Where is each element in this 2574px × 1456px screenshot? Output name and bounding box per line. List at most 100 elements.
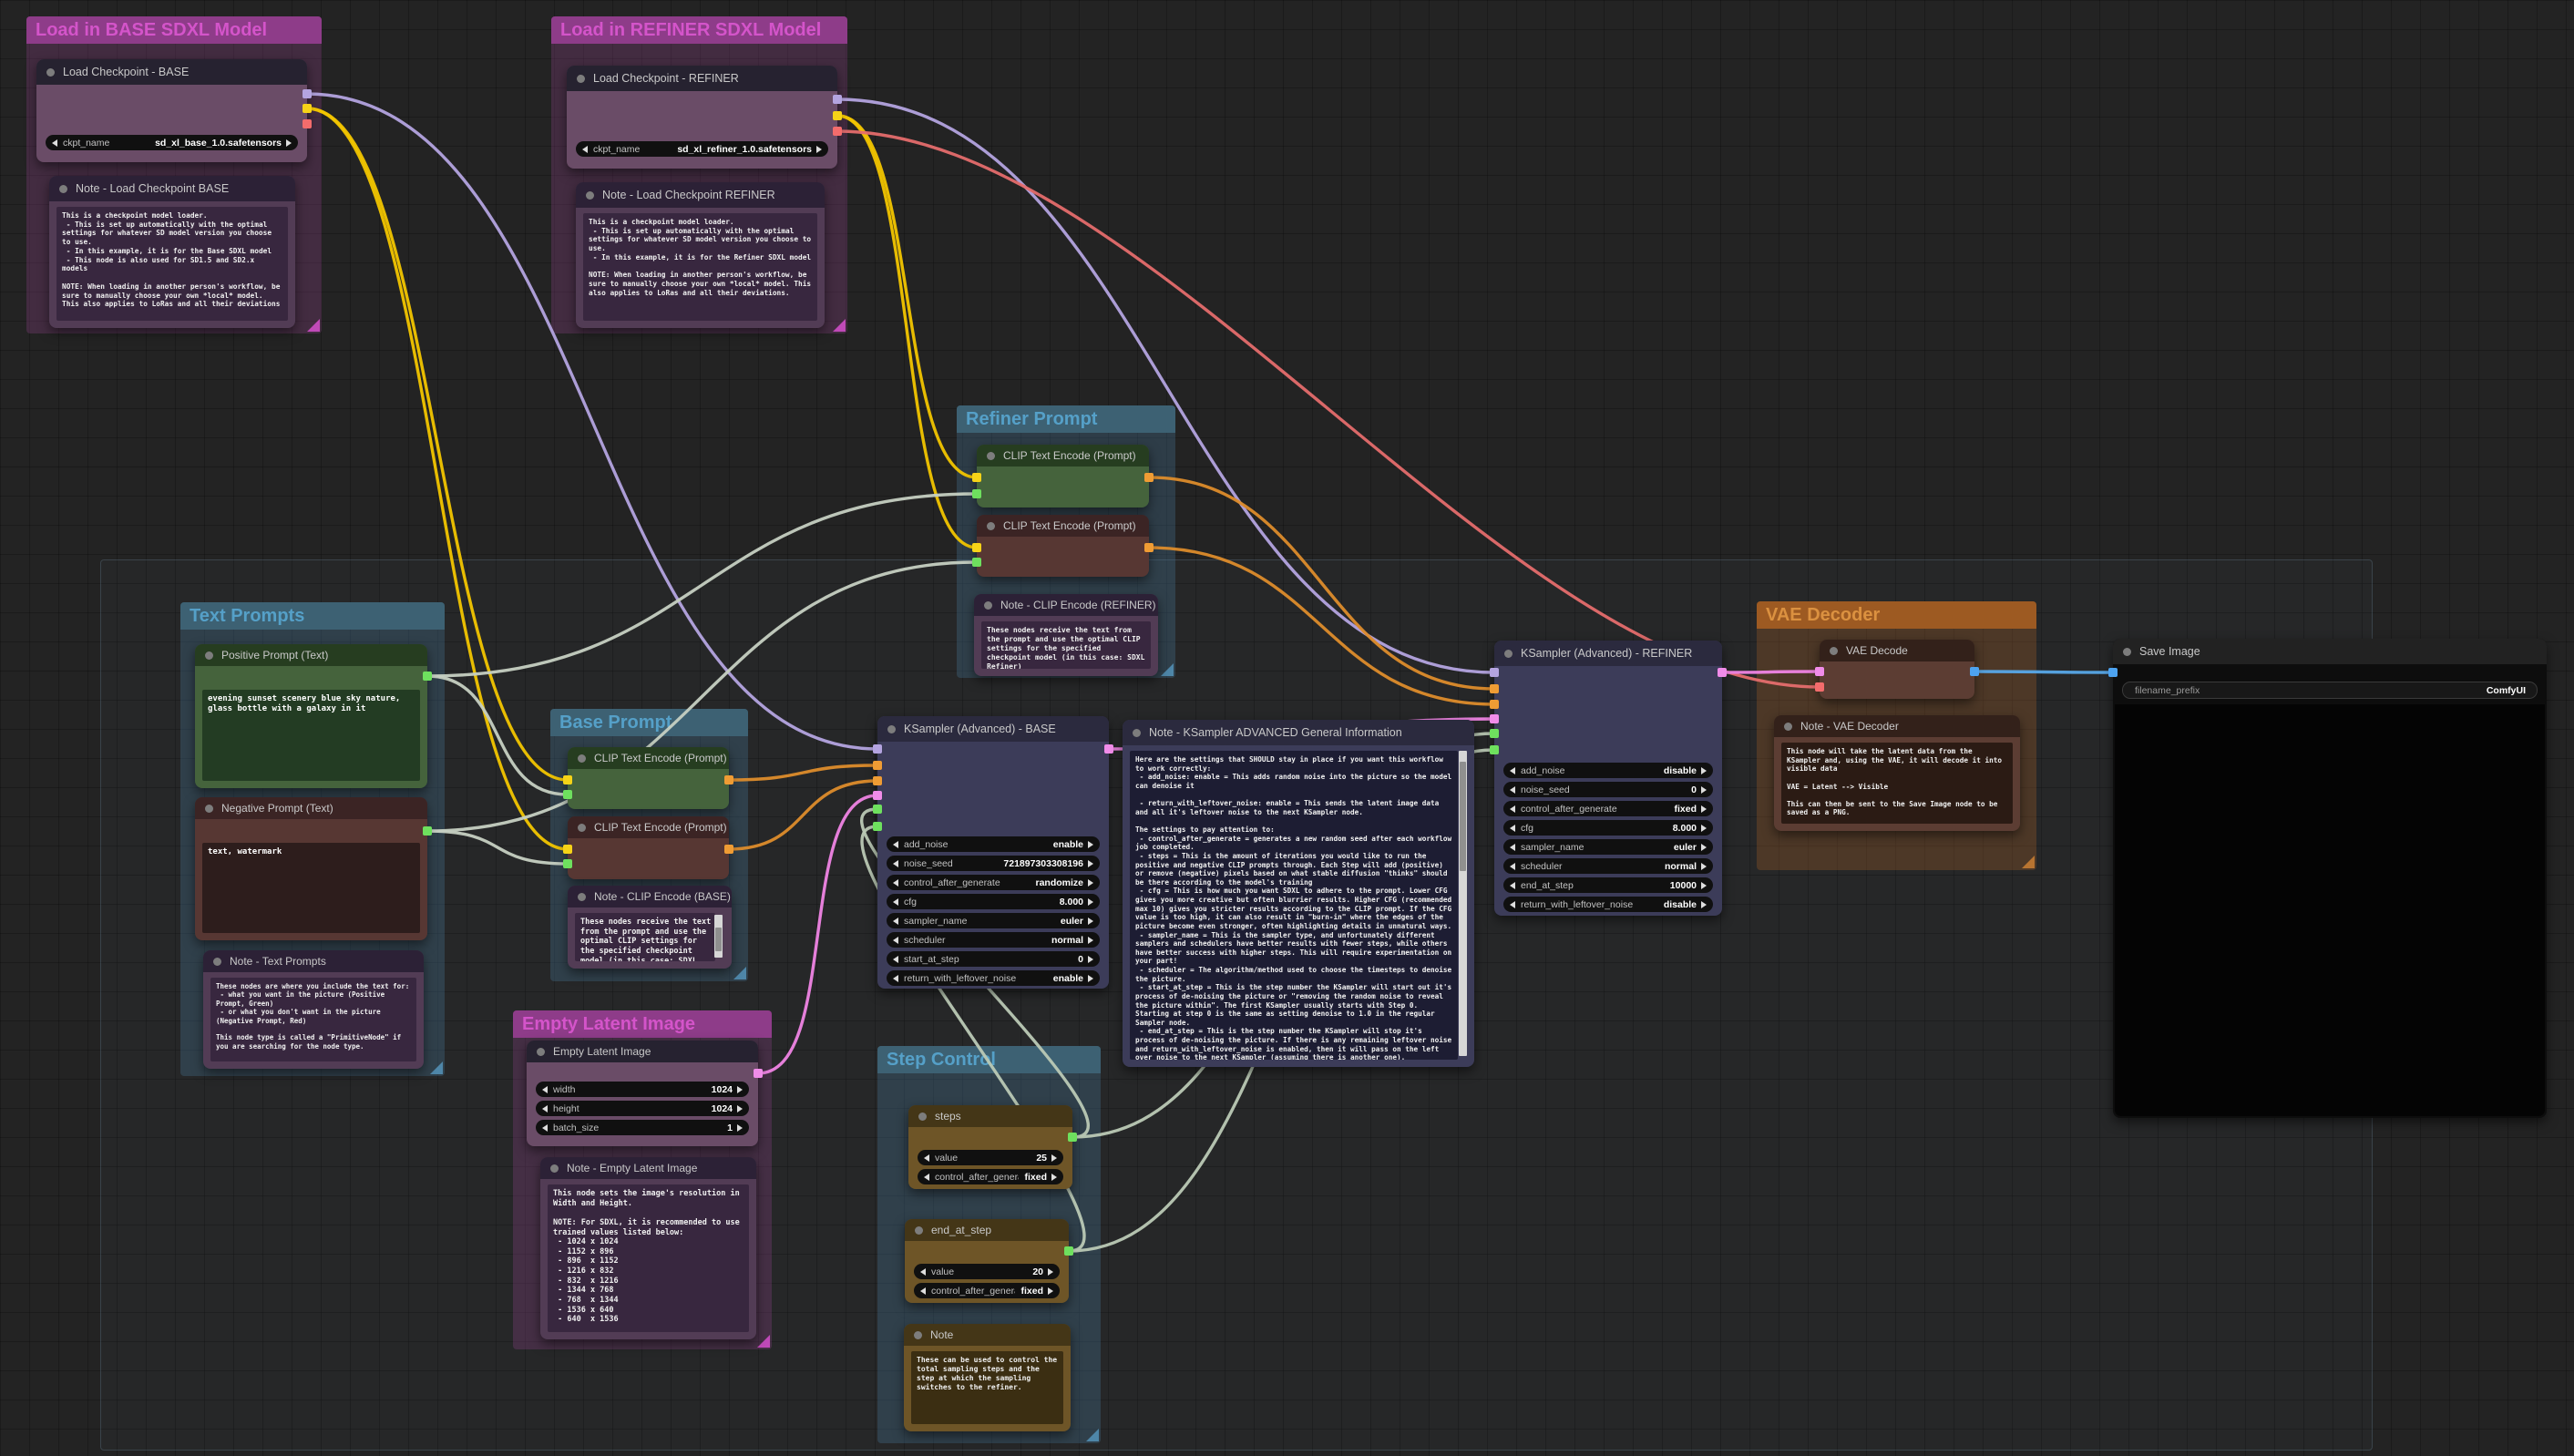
next-value-icon[interactable]	[737, 1086, 743, 1093]
input-clip-dot[interactable]	[972, 543, 981, 552]
output-vae-dot[interactable]	[303, 119, 312, 128]
node-clip-encode-refiner-negative[interactable]: CLIP Text Encode (Prompt)	[977, 515, 1149, 577]
return-with-leftover-noise-widget[interactable]: return_with_leftover_noisedisable	[1503, 897, 1713, 912]
node-header[interactable]: VAE Decode	[1820, 640, 1974, 661]
prev-value-icon[interactable]	[1510, 805, 1515, 813]
note-textarea[interactable]: This is a checkpoint model loader. - Thi…	[56, 207, 288, 321]
node-vae-decode[interactable]: VAE Decode	[1820, 640, 1974, 699]
node-note-clip-encode-refiner[interactable]: Note - CLIP Encode (REFINER) These nodes…	[974, 594, 1158, 676]
note-textarea[interactable]: This node sets the image's resolution in…	[548, 1184, 749, 1332]
node-ksampler-advanced-base[interactable]: KSampler (Advanced) - BASE add_noiseenab…	[877, 716, 1109, 989]
next-value-icon[interactable]	[1051, 1174, 1057, 1181]
prev-value-icon[interactable]	[542, 1124, 548, 1132]
output-image-dot[interactable]	[1970, 667, 1979, 676]
next-value-icon[interactable]	[1701, 901, 1707, 908]
node-header[interactable]: steps	[908, 1105, 1072, 1127]
value-widget[interactable]: value25	[918, 1150, 1063, 1165]
node-empty-latent-image[interactable]: Empty Latent Image width1024 height1024 …	[527, 1041, 758, 1146]
output-conditioning-dot[interactable]	[1144, 543, 1154, 552]
next-value-icon[interactable]	[816, 146, 822, 153]
node-header[interactable]: Note - CLIP Encode (BASE)	[568, 886, 732, 907]
node-note-clip-encode-base[interactable]: Note - CLIP Encode (BASE) These nodes re…	[568, 886, 732, 969]
input-images-dot[interactable]	[2108, 668, 2118, 677]
positive-prompt-textarea[interactable]: evening sunset scenery blue sky nature, …	[202, 690, 420, 781]
node-header[interactable]: Note - Load Checkpoint REFINER	[576, 182, 825, 208]
batch-size-widget[interactable]: batch_size1	[536, 1120, 749, 1135]
prev-value-icon[interactable]	[1510, 863, 1515, 870]
negative-prompt-textarea[interactable]: text, watermark	[202, 843, 420, 933]
scrollbar[interactable]	[1459, 751, 1467, 1056]
control-after-generate-widget[interactable]: control_after_generatefixed	[1503, 801, 1713, 816]
node-header[interactable]: Note - CLIP Encode (REFINER)	[974, 594, 1158, 616]
node-header[interactable]: KSampler (Advanced) - REFINER	[1494, 641, 1722, 666]
height-widget[interactable]: height1024	[536, 1101, 749, 1116]
control-after-generate-widget[interactable]: control_after_generatefixed	[914, 1283, 1060, 1298]
prev-value-icon[interactable]	[1510, 786, 1515, 794]
wire-string[interactable]	[427, 494, 977, 676]
filename-prefix-widget[interactable]: filename_prefix ComfyUI	[2122, 682, 2538, 699]
prev-value-icon[interactable]	[52, 139, 57, 147]
end-at-step-widget[interactable]: end_at_step10000	[1503, 877, 1713, 893]
node-graph-canvas[interactable]: Load in BASE SDXL Model Load in REFINER …	[0, 0, 2574, 1456]
node-save-image[interactable]: Save Image filename_prefix ComfyUI	[2113, 639, 2547, 1118]
prev-value-icon[interactable]	[924, 1154, 929, 1162]
control-after-generate-widget[interactable]: control_after_generaterandomize	[887, 875, 1100, 890]
next-value-icon[interactable]	[1088, 841, 1093, 848]
node-header[interactable]: end_at_step	[905, 1219, 1069, 1241]
output-clip-dot[interactable]	[303, 104, 312, 113]
output-conditioning-dot[interactable]	[724, 845, 733, 854]
noise-seed-widget[interactable]: noise_seed0	[1503, 782, 1713, 797]
note-textarea[interactable]: This node will take the latent data from…	[1781, 743, 2013, 824]
next-value-icon[interactable]	[1701, 882, 1707, 889]
node-note-load-checkpoint-base[interactable]: Note - Load Checkpoint BASE This is a ch…	[49, 176, 295, 328]
node-end-at-step-primitive[interactable]: end_at_step value20 control_after_genera…	[905, 1219, 1069, 1303]
node-header[interactable]: Note - VAE Decoder	[1774, 715, 2020, 737]
input-latent-dot[interactable]	[873, 791, 882, 800]
output-latent-dot[interactable]	[1718, 668, 1727, 677]
node-note-step-control[interactable]: Note These can be used to control the to…	[904, 1324, 1071, 1431]
node-header[interactable]: Load Checkpoint - REFINER	[567, 66, 837, 91]
ckpt-name-widget[interactable]: ckpt_name sd_xl_base_1.0.safetensors	[46, 135, 298, 150]
prev-value-icon[interactable]	[893, 841, 898, 848]
add-noise-widget[interactable]: add_noisedisable	[1503, 763, 1713, 778]
wire-string[interactable]	[427, 831, 568, 864]
input-negative-dot[interactable]	[873, 776, 882, 785]
width-widget[interactable]: width1024	[536, 1082, 749, 1097]
prev-value-icon[interactable]	[1510, 901, 1515, 908]
node-header[interactable]: Note	[904, 1324, 1071, 1346]
next-value-icon[interactable]	[1051, 1154, 1057, 1162]
node-note-empty-latent[interactable]: Note - Empty Latent Image This node sets…	[540, 1157, 756, 1339]
input-text-dot[interactable]	[972, 558, 981, 567]
wire-clip[interactable]	[837, 116, 977, 477]
wire-model[interactable]	[837, 99, 1494, 672]
node-note-ksampler-info[interactable]: Note - KSampler ADVANCED General Informa…	[1123, 720, 1474, 1067]
next-value-icon[interactable]	[737, 1124, 743, 1132]
output-conditioning-dot[interactable]	[724, 775, 733, 784]
prev-value-icon[interactable]	[1510, 825, 1515, 832]
next-value-icon[interactable]	[1701, 767, 1707, 774]
node-header[interactable]: Empty Latent Image	[527, 1041, 758, 1062]
next-value-icon[interactable]	[1701, 805, 1707, 813]
note-textarea[interactable]: These nodes receive the text from the pr…	[575, 913, 715, 961]
output-model-dot[interactable]	[303, 89, 312, 98]
output-conditioning-dot[interactable]	[1144, 473, 1154, 482]
node-clip-encode-base-negative[interactable]: CLIP Text Encode (Prompt)	[568, 816, 729, 879]
input-end-at-step-dot[interactable]	[873, 822, 882, 831]
prev-value-icon[interactable]	[893, 918, 898, 925]
note-textarea[interactable]: These nodes are where you include the te…	[210, 978, 416, 1061]
next-value-icon[interactable]	[1088, 975, 1093, 982]
output-string-dot[interactable]	[423, 672, 432, 681]
node-header[interactable]: Negative Prompt (Text)	[195, 797, 427, 819]
node-note-vae-decoder[interactable]: Note - VAE Decoder This node will take t…	[1774, 715, 2020, 831]
value-widget[interactable]: value20	[914, 1264, 1060, 1279]
prev-value-icon[interactable]	[924, 1174, 929, 1181]
input-start-at-step-dot[interactable]	[1490, 745, 1499, 754]
return-with-leftover-noise-widget[interactable]: return_with_leftover_noiseenable	[887, 970, 1100, 986]
output-int-dot[interactable]	[1064, 1246, 1073, 1256]
note-textarea[interactable]: These can be used to control the total s…	[911, 1351, 1063, 1424]
prev-value-icon[interactable]	[893, 879, 898, 887]
output-clip-dot[interactable]	[833, 111, 842, 120]
sampler-name-widget[interactable]: sampler_nameeuler	[887, 913, 1100, 928]
scheduler-widget[interactable]: schedulernormal	[887, 932, 1100, 948]
input-steps-dot[interactable]	[1490, 729, 1499, 738]
